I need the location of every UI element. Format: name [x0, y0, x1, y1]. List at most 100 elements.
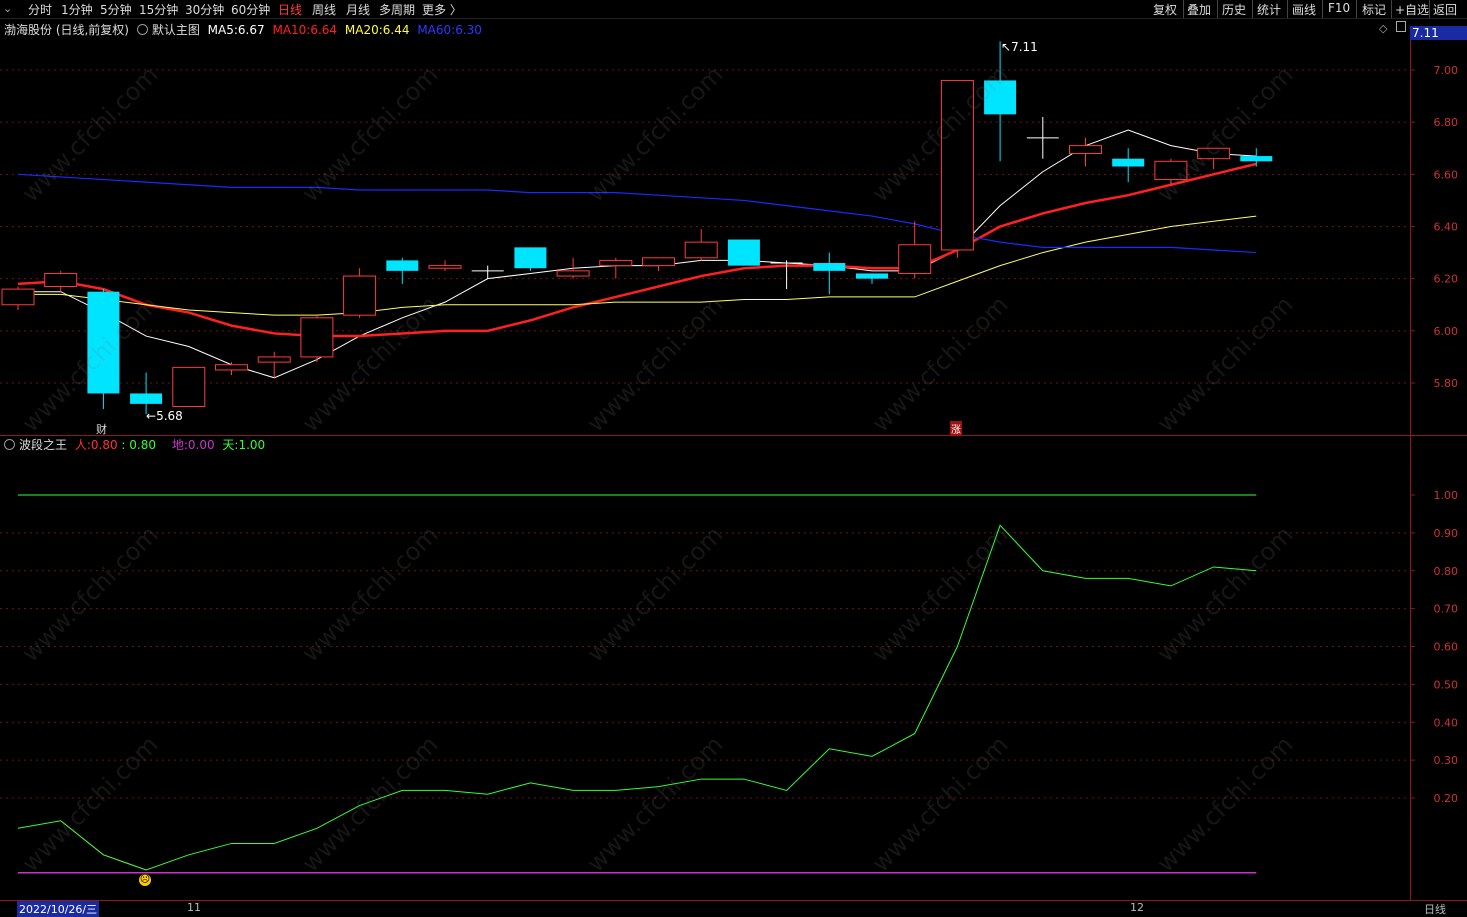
candle-body-down: [130, 393, 163, 404]
month-12-label: 12: [1130, 901, 1144, 914]
overlay-button[interactable]: 叠加: [1187, 1, 1211, 18]
candle-body-up: [44, 272, 78, 287]
indicator-tick-label: 0.60: [1434, 641, 1459, 654]
ren-label: 人:: [74, 438, 91, 452]
tab-1min[interactable]: 1分钟: [61, 1, 93, 18]
back-button[interactable]: 返回: [1433, 1, 1457, 18]
candle-body-up: [257, 356, 291, 363]
sad-face-icon: ☹: [139, 874, 151, 886]
tab-5min[interactable]: 5分钟: [100, 1, 132, 18]
ma60-label: MA60:: [417, 23, 456, 37]
draw-line-button[interactable]: 画线: [1292, 1, 1316, 18]
tab-30min[interactable]: 30分钟: [185, 1, 224, 18]
low-annotation: ←5.68: [146, 409, 183, 423]
tab-daily[interactable]: 日线: [278, 1, 302, 18]
price-tick-label: 6.60: [1434, 168, 1459, 181]
price-tick-label: 6.40: [1434, 221, 1459, 234]
ma20-value: 6.44: [382, 23, 410, 37]
ma60-line: [17, 173, 1257, 254]
candle-body-down: [1240, 156, 1273, 162]
candle-body-up: [300, 317, 334, 358]
price-tick-label: 7.00: [1434, 64, 1459, 77]
price-tick-label: 6.20: [1434, 273, 1459, 286]
ma10-label: MA10:: [272, 23, 311, 37]
tian-label: 天:: [222, 438, 239, 452]
period-toolbar: ⌄ 分时 1分钟 5分钟 15分钟 30分钟 60分钟 日线 周线 月线 多周期…: [0, 0, 1467, 19]
ren-sep: :: [117, 438, 130, 452]
cai-marker[interactable]: 财: [96, 421, 107, 437]
candle-body-up: [172, 366, 206, 407]
ma60-value: 6.30: [455, 23, 482, 37]
mark-button[interactable]: 标记: [1362, 1, 1386, 18]
candle-body-up: [599, 259, 633, 267]
candle-body-down: [514, 247, 547, 269]
candle-body-down: [813, 263, 846, 271]
candle-body-down: [856, 273, 888, 279]
stock-title[interactable]: 渤海股份 (日线,前复权): [4, 23, 129, 37]
candle-body-up: [642, 257, 675, 267]
indicator-tick-label: 0.30: [1434, 754, 1459, 767]
zhang-marker[interactable]: 涨: [950, 421, 962, 436]
tab-more[interactable]: 更多 〉: [422, 1, 462, 18]
stats-button[interactable]: 统计: [1257, 1, 1281, 18]
candle-body-up: [1, 288, 35, 306]
high-annotation: ↖7.11: [1001, 40, 1038, 54]
month-11-label: 11: [187, 901, 201, 914]
tab-monthly[interactable]: 月线: [346, 1, 370, 18]
tab-weekly[interactable]: 周线: [312, 1, 336, 18]
low-value: 5.68: [156, 409, 183, 423]
candle-body-up: [1069, 145, 1102, 154]
ren-value: 0.80: [90, 438, 118, 452]
app-menu-icon[interactable]: ⌄: [3, 2, 12, 15]
price-tick-label: 6.00: [1434, 325, 1459, 338]
ren-value-2: 0.80: [129, 438, 156, 452]
tab-15min[interactable]: 15分钟: [139, 1, 178, 18]
price-axis: [1410, 40, 1411, 900]
candle-body-down: [1112, 158, 1145, 167]
indicator-tick-label: 0.70: [1434, 603, 1459, 616]
date-axis: 2022/10/26/三 11 12 日线: [0, 900, 1467, 917]
indicator-tick-label: 0.90: [1434, 527, 1459, 540]
candle-body-down: [727, 239, 760, 266]
tab-60min[interactable]: 60分钟: [231, 1, 270, 18]
candle-body-up: [215, 364, 248, 371]
square-icon[interactable]: [1396, 21, 1406, 32]
high-value: 7.11: [1011, 40, 1038, 54]
add-watchlist-button[interactable]: +自选: [1395, 1, 1429, 18]
ma20-label: MA20:: [344, 23, 383, 37]
ma5-label: MA5:: [207, 23, 238, 37]
tab-fenshi[interactable]: 分时: [28, 1, 52, 18]
main-divider: [0, 435, 1467, 436]
indicator-tick-label: 0.20: [1434, 792, 1459, 805]
history-button[interactable]: 历史: [1222, 1, 1246, 18]
ma10-value: 6.64: [310, 23, 338, 37]
ma10-line: [17, 162, 1257, 338]
price-tick-label: 5.80: [1434, 377, 1459, 390]
indicator-name[interactable]: 波段之王: [19, 438, 67, 452]
candle-body-down: [386, 260, 419, 271]
start-date: 2022/10/26/三: [17, 901, 100, 917]
diamond-icon[interactable]: ◇: [1379, 22, 1387, 35]
template-name[interactable]: 默认主图: [152, 23, 200, 37]
indicator-tick-label: 0.40: [1434, 716, 1459, 729]
indicator-chart[interactable]: 0.20 0.30 0.40 0.50 0.60 0.70 0.80 0.90 1.00: [0, 452, 1467, 900]
candle-body-up: [428, 265, 462, 269]
tab-multi-period[interactable]: 多周期: [379, 1, 415, 18]
indicator-tick-label: 1.00: [1434, 489, 1459, 502]
candle-body-up: [343, 275, 377, 316]
fuquan-button[interactable]: 复权: [1153, 1, 1177, 18]
indicator-settings-icon[interactable]: [4, 439, 15, 450]
indicator-tick-label: 0.80: [1434, 565, 1459, 578]
di-label: 地:: [171, 438, 188, 452]
candle-body-up: [684, 241, 718, 259]
price-tick-label: 6.80: [1434, 116, 1459, 129]
tian-value: 1.00: [238, 438, 266, 452]
candle-body-up: [898, 244, 932, 274]
f10-button[interactable]: F10: [1328, 1, 1350, 15]
current-price-box: 7.11: [1410, 26, 1467, 40]
indicator-tick-label: 0.50: [1434, 678, 1459, 691]
di-value: 0.00: [187, 438, 215, 452]
ma5-value: 6.67: [237, 23, 265, 37]
candle-body-up: [556, 270, 590, 277]
settings-circle-icon[interactable]: [136, 24, 148, 35]
